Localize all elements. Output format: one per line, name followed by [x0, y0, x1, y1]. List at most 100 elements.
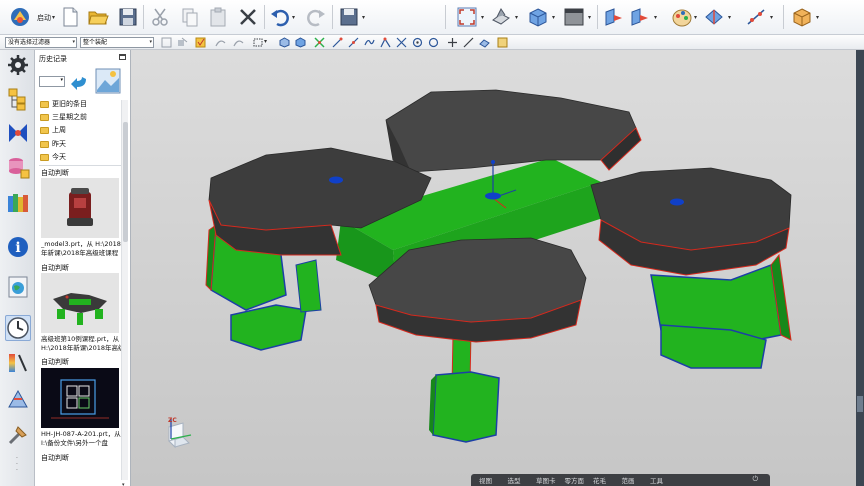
palette-preview-icon[interactable] [95, 68, 121, 94]
selection-filter-dropdown[interactable]: 没有选择过滤器 ▾ [5, 37, 77, 48]
chevron-down-icon[interactable]: ▾ [515, 14, 518, 21]
undo-icon[interactable] [268, 4, 292, 30]
snap-intersection-icon[interactable] [395, 37, 407, 48]
render-style-icon[interactable] [489, 4, 513, 30]
view-triad-icon[interactable] [161, 415, 195, 449]
deselect-icon[interactable] [160, 37, 172, 48]
chevron-down-icon[interactable]: ▾ [481, 14, 484, 21]
snap-icon[interactable] [744, 4, 768, 30]
face-rule-icon[interactable] [232, 37, 244, 48]
system-materials-icon[interactable] [5, 350, 31, 376]
fit-view-icon[interactable] [455, 4, 479, 30]
palette-icon[interactable] [670, 4, 694, 30]
chevron-down-icon[interactable]: ▾ [264, 38, 267, 45]
constraint-navigator-icon[interactable] [5, 120, 31, 146]
rectangle-select-icon[interactable] [252, 37, 264, 48]
chevron-down-icon[interactable]: ▾ [52, 14, 55, 21]
window-icon[interactable] [562, 4, 586, 30]
tab-preview[interactable]: 范画 [622, 475, 651, 485]
assembly-navigator-icon[interactable] [5, 86, 31, 112]
selection-scope-value: 整个装配 [83, 39, 108, 46]
settings-gear-icon[interactable] [5, 52, 31, 78]
history-thumbnail-hh-jh-087[interactable] [41, 368, 119, 428]
right-edge-handle[interactable] [857, 396, 863, 412]
snap-face-icon[interactable] [478, 37, 490, 48]
info-web-icon[interactable]: i [5, 234, 31, 260]
constraint-icon[interactable] [702, 4, 726, 30]
ribbon-toolbar: 启动 ▾ ▾ ▾ ▾ ▾ ▾ ▾ ▾ ▾ ▾ ▾ ▾ [0, 0, 864, 35]
package-icon[interactable] [790, 4, 814, 30]
history-folder-yesterday[interactable]: 昨天 [40, 139, 66, 149]
copy-icon[interactable] [178, 4, 202, 30]
start-menu-label[interactable]: 启动 [37, 13, 51, 23]
resource-bar-more-dots[interactable]: · · · [16, 456, 20, 476]
back-arrow-icon[interactable] [69, 72, 89, 92]
snap-arc-center-icon[interactable] [411, 37, 423, 48]
web-browser-icon[interactable] [5, 274, 31, 300]
snap-curve-icon[interactable] [363, 37, 375, 48]
history-clock-icon[interactable] [5, 315, 31, 341]
history-folder-three-weeks[interactable]: 三星期之前 [40, 112, 87, 122]
open-folder-icon[interactable] [86, 4, 110, 30]
reuse-library-icon[interactable] [5, 190, 31, 216]
bottom-tab-bar: 视图 选型 草图卡 零方面 花毛 范画 工具 ⏻ [471, 474, 770, 486]
redo-icon[interactable] [304, 4, 328, 30]
extrude-icon[interactable] [601, 4, 625, 30]
history-folder-older[interactable]: 更旧的条目 [40, 99, 87, 109]
snap-endpoint-icon[interactable] [313, 37, 325, 48]
chevron-down-icon[interactable]: ▾ [816, 14, 819, 21]
selection-scope-dropdown[interactable]: 整个装配 ▾ [80, 37, 154, 48]
tab-tools[interactable]: 工具 [650, 475, 679, 485]
cut-icon[interactable] [148, 4, 172, 30]
paste-icon[interactable] [206, 4, 230, 30]
new-file-icon[interactable] [58, 4, 82, 30]
snap-quadrant-icon[interactable] [427, 37, 439, 48]
delete-icon[interactable] [236, 4, 260, 30]
history-folder-last-week[interactable]: 上周 [40, 125, 66, 135]
tab-view[interactable]: 视图 [479, 475, 508, 485]
history-view-dropdown[interactable]: ▾ [39, 76, 65, 87]
process-studio-icon[interactable] [5, 386, 31, 412]
history-caption-line: HH-JH-087-A-201.prt，从 [41, 430, 121, 438]
chevron-down-icon[interactable]: ▾ [552, 14, 555, 21]
roles-tools-icon[interactable] [5, 422, 31, 448]
history-thumbnail-lesson10[interactable] [41, 273, 119, 333]
cube-view-icon[interactable] [526, 4, 550, 30]
part-navigator-icon[interactable] [5, 154, 31, 180]
history-thumbnail-model3[interactable] [41, 178, 119, 238]
type-filter-icon[interactable] [176, 37, 188, 48]
save-icon[interactable] [116, 4, 140, 30]
snap-control-icon[interactable] [379, 37, 391, 48]
power-icon[interactable]: ⏻ [752, 475, 758, 484]
model-3d-view[interactable] [131, 50, 856, 486]
chevron-down-icon[interactable]: ▾ [292, 14, 295, 21]
scroll-down-arrow-icon[interactable]: ▾ [122, 482, 125, 486]
graphics-window[interactable]: ZC [131, 50, 856, 486]
tab-sketch[interactable]: 草图卡 [536, 475, 565, 485]
tab-surface[interactable]: 零方面 [565, 475, 594, 485]
history-folder-today[interactable]: 今天 [40, 152, 66, 162]
maximize-icon[interactable] [119, 54, 126, 60]
snap-point-icon[interactable] [446, 37, 458, 48]
chevron-down-icon[interactable]: ▾ [728, 14, 731, 21]
save-as-icon[interactable] [337, 4, 361, 30]
select-body-icon[interactable] [294, 37, 306, 48]
chevron-down-icon[interactable]: ▾ [588, 14, 591, 21]
history-scrollbar[interactable] [121, 100, 128, 480]
select-features-icon[interactable] [278, 37, 290, 48]
move-face-icon[interactable] [627, 4, 651, 30]
chevron-down-icon[interactable]: ▾ [362, 14, 365, 21]
curve-rule-icon[interactable] [214, 37, 226, 48]
scrollbar-thumb[interactable] [123, 122, 128, 242]
chevron-down-icon[interactable]: ▾ [654, 14, 657, 21]
snap-midpoint-icon[interactable] [347, 37, 359, 48]
tab-misc[interactable]: 花毛 [593, 475, 622, 485]
tab-select[interactable]: 选型 [508, 475, 537, 485]
snap-tangent-icon[interactable] [462, 37, 474, 48]
snap-all-icon[interactable] [496, 37, 508, 48]
snap-line-icon[interactable] [331, 37, 343, 48]
nx-logo-icon[interactable] [8, 4, 32, 30]
select-all-icon[interactable] [194, 37, 206, 48]
chevron-down-icon[interactable]: ▾ [694, 14, 697, 21]
chevron-down-icon[interactable]: ▾ [770, 14, 773, 21]
